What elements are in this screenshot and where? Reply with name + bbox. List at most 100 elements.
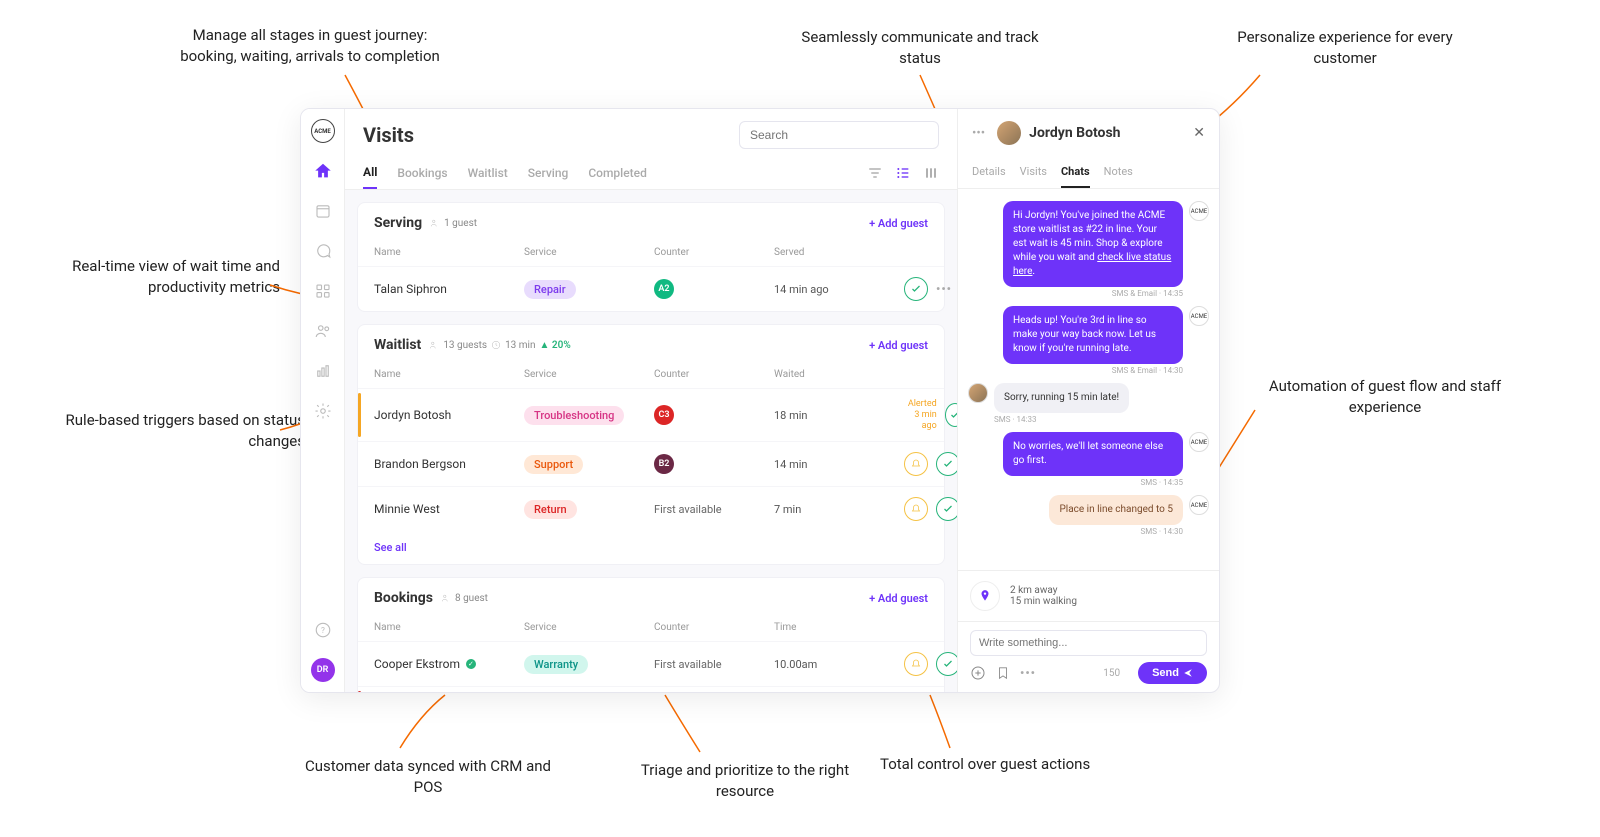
guests-icon [441, 593, 451, 603]
store-avatar-icon: ACME [1189, 495, 1209, 515]
list-view-icon[interactable] [895, 165, 911, 181]
col-served: Served [774, 247, 904, 258]
add-guest-button[interactable]: + Add guest [869, 217, 928, 230]
annotation: Personalize experience for every custome… [1215, 27, 1475, 69]
chat-bubble: Sorry, running 15 min late! [994, 383, 1129, 413]
nav-help[interactable]: ? [311, 618, 335, 642]
app-window: ACME ? DR Visits [300, 108, 1220, 693]
annotation: Automation of guest flow and staff exper… [1255, 376, 1515, 418]
chat-meta: SMS · 14:30 [1049, 527, 1183, 536]
bell-icon [910, 658, 922, 670]
column-view-icon[interactable] [923, 165, 939, 181]
service-tag: Warranty [524, 655, 588, 674]
gear-icon [314, 402, 332, 420]
nav-calendar[interactable] [311, 199, 335, 223]
tab-all[interactable]: All [363, 157, 377, 189]
serve-button[interactable] [945, 403, 957, 427]
guest-avatar [997, 121, 1021, 145]
serve-button[interactable] [936, 652, 957, 676]
add-guest-button[interactable]: + Add guest [869, 592, 928, 605]
nav-settings[interactable] [311, 399, 335, 423]
tab-waitlist[interactable]: Waitlist [468, 158, 508, 188]
panel-tab-visits[interactable]: Visits [1020, 157, 1047, 188]
bookmark-icon[interactable] [996, 666, 1010, 680]
service-tag: Return [524, 500, 577, 519]
page-title: Visits [363, 123, 414, 147]
nav-users[interactable] [311, 319, 335, 343]
table-row[interactable]: Talan Siphron Repair A2 14 min ago ••• [358, 266, 944, 311]
annotation: Customer data synced with CRM and POS [298, 756, 558, 798]
check-icon [910, 283, 922, 295]
annotation: Triage and prioritize to the right resou… [615, 760, 875, 802]
serve-button[interactable] [936, 452, 957, 476]
table-row[interactable]: Jordyn Botosh Troubleshooting C3 18 min … [358, 388, 944, 441]
compose-menu[interactable]: ••• [1020, 666, 1036, 680]
content-scroll[interactable]: Serving 1 guest + Add guest Name Service… [345, 190, 957, 692]
nav-home[interactable] [311, 159, 335, 183]
detail-panel: ••• Jordyn Botosh ✕ Details Visits Chats… [957, 109, 1219, 692]
nav-analytics[interactable] [311, 359, 335, 383]
table-row[interactable]: Cooper Ekstrom Warranty First available … [358, 641, 944, 686]
tab-completed[interactable]: Completed [588, 158, 647, 188]
search-input[interactable] [739, 121, 939, 149]
waitlist-wait: 13 min [505, 340, 535, 351]
wait-time: 18 min [774, 409, 904, 422]
filter-icon[interactable] [867, 165, 883, 181]
guest-name: Jordyn Botosh [374, 408, 451, 422]
char-count: 150 [1103, 668, 1120, 679]
col-service: Service [524, 622, 654, 633]
panel-tab-chats[interactable]: Chats [1061, 157, 1090, 188]
see-all-link[interactable]: See all [358, 531, 944, 564]
add-guest-button[interactable]: + Add guest [869, 339, 928, 352]
served-time: 14 min ago [774, 283, 904, 296]
wait-time: 7 min [774, 503, 904, 516]
panel-tab-notes[interactable]: Notes [1104, 157, 1133, 188]
store-avatar-icon: ACME [1189, 306, 1209, 326]
table-row[interactable]: Minnie West Return First available 7 min… [358, 486, 944, 531]
counter-text: First available [654, 658, 774, 671]
home-icon [314, 162, 332, 180]
svg-text:?: ? [321, 626, 325, 636]
store-avatar-icon: ACME [1189, 201, 1209, 221]
location-walk: 15 min walking [1010, 596, 1077, 607]
chat-thread[interactable]: Hi Jordyn! You've joined the ACME store … [958, 189, 1219, 570]
tab-serving[interactable]: Serving [528, 158, 569, 188]
check-icon [949, 409, 957, 421]
nav-grid[interactable] [311, 279, 335, 303]
panel-menu[interactable]: ••• [972, 126, 985, 141]
service-tag: Repair [524, 280, 576, 299]
counter-text: First available [654, 503, 774, 516]
user-avatar[interactable]: DR [311, 658, 335, 682]
alert-button[interactable] [904, 652, 928, 676]
annotation: Seamlessly communicate and track status [790, 27, 1050, 69]
alert-button[interactable] [904, 497, 928, 521]
chat-bubble: Hi Jordyn! You've joined the ACME store … [1003, 201, 1183, 287]
section-waitlist: Waitlist 13 guests 13 min ▲ 20% + Add gu… [357, 324, 945, 565]
bell-icon [910, 458, 922, 470]
table-row[interactable]: Brandon Bergson Support B2 14 min ••• [358, 441, 944, 486]
nav-chat[interactable] [311, 239, 335, 263]
annotation: Real-time view of wait time and producti… [20, 256, 280, 298]
section-serving: Serving 1 guest + Add guest Name Service… [357, 202, 945, 312]
guest-avatar-icon [968, 383, 988, 403]
compose-input[interactable] [970, 630, 1207, 656]
complete-button[interactable] [904, 277, 928, 301]
chat-meta: SMS · 14:35 [1003, 478, 1183, 487]
panel-tab-details[interactable]: Details [972, 157, 1006, 188]
add-attachment-icon[interactable] [970, 665, 986, 681]
tab-bookings[interactable]: Bookings [397, 158, 447, 188]
col-name: Name [374, 622, 524, 633]
verified-icon [466, 659, 476, 669]
close-button[interactable]: ✕ [1193, 125, 1205, 141]
guest-name: Minnie West [374, 502, 440, 516]
send-button[interactable]: Send [1138, 662, 1207, 684]
check-icon [942, 503, 954, 515]
col-service: Service [524, 247, 654, 258]
alert-button[interactable] [904, 452, 928, 476]
row-menu[interactable]: ••• [936, 282, 952, 296]
section-bookings: Bookings 8 guest + Add guest Name Servic… [357, 577, 945, 692]
col-service: Service [524, 369, 654, 380]
brand-logo[interactable]: ACME [311, 119, 335, 143]
table-row[interactable]: Abram Siphron Repair First available 10:… [358, 686, 944, 692]
serve-button[interactable] [936, 497, 957, 521]
